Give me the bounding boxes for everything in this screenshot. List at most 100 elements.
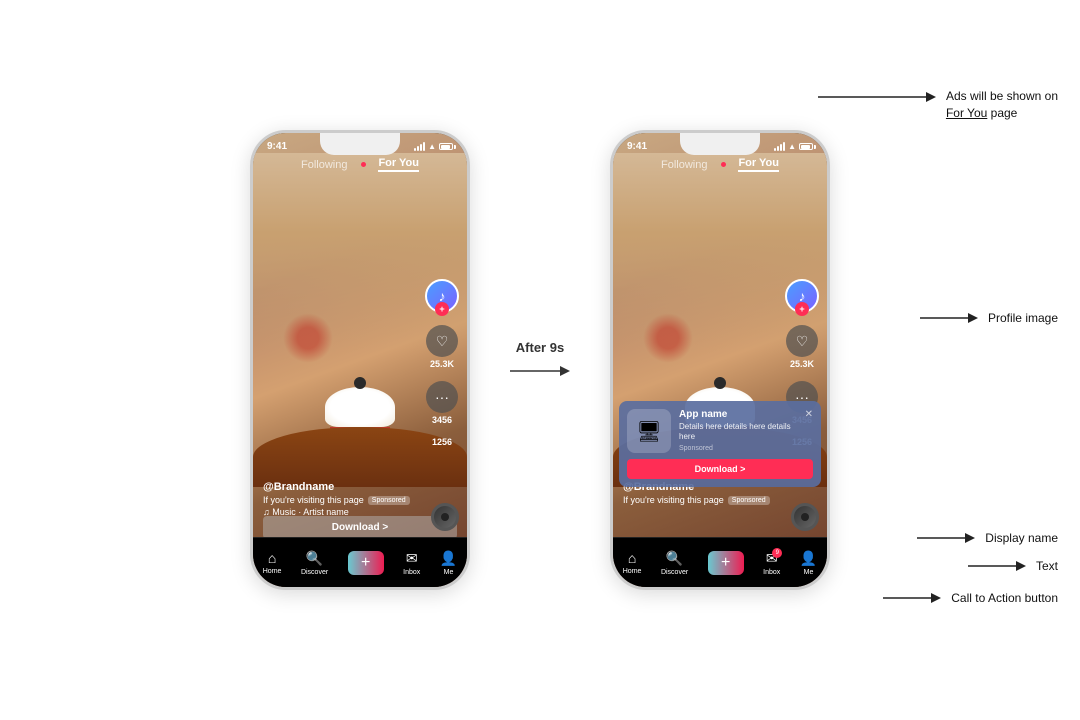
for-you-link: For You: [946, 106, 987, 120]
nav-home-before[interactable]: ⌂ Home: [263, 550, 282, 575]
nav-discover-after[interactable]: 🔍 Discover: [661, 550, 688, 576]
nav-create-after[interactable]: +: [708, 551, 744, 575]
comment-count-before: 3456: [432, 415, 452, 425]
time-after: 9:41: [627, 141, 647, 152]
inbox-badge: 9: [772, 548, 782, 558]
nav-me-label-after: Me: [804, 569, 814, 576]
follow-plus-badge-after[interactable]: +: [795, 302, 809, 316]
signal-icon: [414, 142, 425, 151]
sprinkles-decoration: [283, 313, 333, 363]
heart-icon-before: ♡: [426, 325, 458, 357]
phone-after: 9:41 ▲: [610, 130, 830, 590]
for-you-label-before[interactable]: For You: [378, 157, 419, 172]
sponsored-badge-before: Sponsored: [368, 496, 410, 505]
annotation-for-you: Ads will be shown on For You page: [818, 88, 1058, 122]
for-you-label-after[interactable]: For You: [738, 157, 779, 172]
annotation-display-name: Display name: [917, 530, 1058, 546]
annotation-text-arrow: [968, 558, 1028, 574]
search-icon-after: 🔍: [666, 550, 683, 567]
annotation-cta: Call to Action button: [883, 590, 1058, 606]
nav-home-after[interactable]: ⌂ Home: [623, 550, 642, 575]
following-label-after[interactable]: Following: [661, 159, 707, 171]
annotation-display-arrow: [917, 530, 977, 546]
music-disc-after: [791, 503, 819, 531]
annotation-profile-arrow: [920, 310, 980, 326]
home-icon-after: ⌂: [628, 550, 636, 566]
profile-avatar-before[interactable]: ♪ +: [425, 279, 459, 313]
share-count-before: 1256: [432, 437, 452, 447]
nav-me-before[interactable]: 👤 Me: [440, 550, 457, 576]
time-before: 9:41: [267, 141, 287, 152]
annotation-display-name-text: Display name: [985, 531, 1058, 545]
battery-icon-after: [799, 143, 813, 150]
right-actions-before: ♪ + ♡ 25.3K ··· 3456 1256: [425, 279, 459, 447]
music-disc-before: [431, 503, 459, 531]
comment-button-before[interactable]: ··· 3456: [426, 381, 458, 425]
phone-screen-after: 9:41 ▲: [613, 133, 827, 587]
cupcake-frosting: [325, 387, 395, 427]
nav-create-before[interactable]: +: [348, 551, 384, 575]
create-icon-before: +: [348, 551, 384, 575]
wifi-icon-after: ▲: [788, 142, 796, 151]
annotation-profile: Profile image: [920, 310, 1058, 326]
signal-icon-after: [774, 142, 785, 151]
inbox-icon-before: ✉: [406, 550, 418, 567]
nav-home-label-before: Home: [263, 568, 282, 575]
battery-icon: [439, 143, 453, 150]
caption-after: If you're visiting this page Sponsored: [623, 495, 777, 505]
download-bar-before: Download >: [263, 516, 457, 539]
arrow-label: After 9s: [516, 340, 564, 355]
like-button-after[interactable]: ♡ 25.3K: [786, 325, 818, 369]
create-icon-after: +: [708, 551, 744, 575]
ad-close-button[interactable]: ✕: [805, 409, 813, 420]
profile-icon-before: 👤: [440, 550, 457, 567]
share-button-before[interactable]: 1256: [432, 437, 452, 447]
download-button-before[interactable]: Download >: [263, 516, 457, 539]
annotation-for-you-arrow: [818, 88, 938, 106]
like-button-before[interactable]: ♡ 25.3K: [426, 325, 458, 369]
nav-inbox-after[interactable]: ✉ 9 Inbox: [763, 550, 780, 576]
nav-discover-before[interactable]: 🔍 Discover: [301, 550, 328, 576]
nav-inbox-label-before: Inbox: [403, 569, 420, 576]
nav-top-after: Following For You: [613, 157, 827, 172]
ad-app-name: App name: [679, 409, 797, 420]
status-icons-before: ▲: [414, 142, 453, 151]
nav-me-label-before: Me: [444, 569, 454, 576]
phone-before: 9:41 ▲: [250, 130, 470, 590]
search-icon-before: 🔍: [306, 550, 323, 567]
heart-icon-after: ♡: [786, 325, 818, 357]
ad-card-top: 🖥 App name Details here details here det…: [627, 409, 813, 453]
page-container: 9:41 ▲: [0, 0, 1080, 720]
home-icon-before: ⌂: [268, 550, 276, 566]
caption-before: If you're visiting this page Sponsored: [263, 495, 417, 505]
annotation-cta-text: Call to Action button: [951, 591, 1058, 605]
following-label[interactable]: Following: [301, 159, 347, 171]
nav-top-before: Following For You: [253, 157, 467, 172]
ad-app-icon: 🖥: [627, 409, 671, 453]
like-count-before: 25.3K: [430, 359, 454, 369]
bottom-info-before: @Brandname If you're visiting this page …: [263, 481, 417, 517]
nav-home-label-after: Home: [623, 568, 642, 575]
wifi-icon: ▲: [428, 142, 436, 151]
nav-me-after[interactable]: 👤 Me: [800, 550, 817, 576]
sprinkles-decoration-after: [643, 313, 693, 363]
annotation-for-you-text: Ads will be shown on For You page: [946, 88, 1058, 122]
username-before[interactable]: @Brandname: [263, 481, 417, 493]
ad-download-button[interactable]: Download >: [627, 459, 813, 479]
dot-indicator-after: [721, 162, 726, 167]
phone-notch-before: [320, 133, 400, 155]
like-count-after: 25.3K: [790, 359, 814, 369]
nav-discover-label-after: Discover: [661, 569, 688, 576]
nav-inbox-label-after: Inbox: [763, 569, 780, 576]
profile-avatar-after[interactable]: ♪ +: [785, 279, 819, 313]
arrow-icon: [510, 361, 570, 381]
sponsored-badge-after: Sponsored: [728, 496, 770, 505]
annotation-cta-arrow: [883, 590, 943, 606]
nav-discover-label-before: Discover: [301, 569, 328, 576]
comment-icon-before: ···: [426, 381, 458, 413]
follow-plus-badge[interactable]: +: [435, 302, 449, 316]
nav-inbox-before[interactable]: ✉ Inbox: [403, 550, 420, 576]
annotation-text: Text: [968, 558, 1058, 574]
phone-notch-after: [680, 133, 760, 155]
transition-arrow: After 9s: [500, 340, 580, 381]
